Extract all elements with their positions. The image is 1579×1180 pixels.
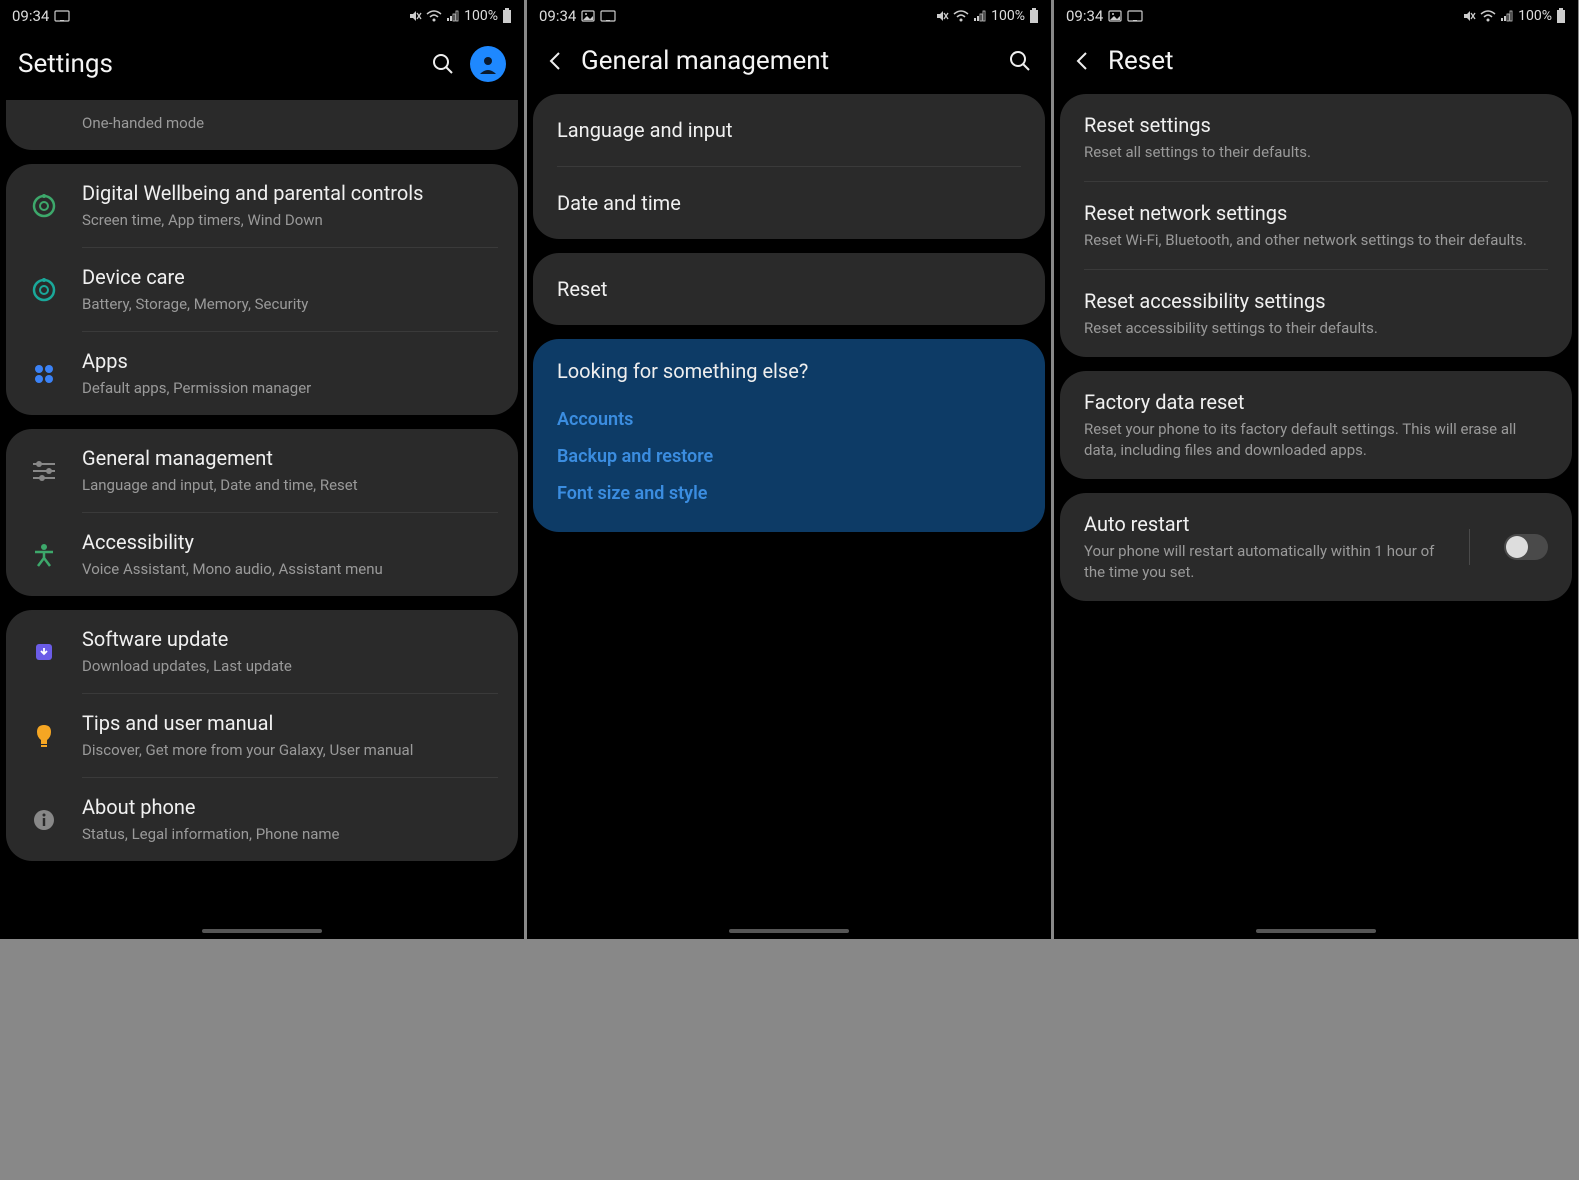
row-reset-network[interactable]: Reset network settings Reset Wi-Fi, Blue… xyxy=(1060,182,1572,269)
row-reset-settings[interactable]: Reset settings Reset all settings to the… xyxy=(1060,94,1572,181)
looking-for-panel: Looking for something else? Accounts Bac… xyxy=(533,339,1045,532)
signal-icon xyxy=(446,10,460,22)
settings-row-general[interactable]: General management Language and input, D… xyxy=(6,429,518,512)
mute-icon xyxy=(1462,9,1476,23)
auto-restart-toggle[interactable] xyxy=(1504,534,1548,560)
screen-reset: 09:34 100% Reset Reset settings Reset al… xyxy=(1054,0,1578,939)
battery-percent: 100% xyxy=(991,8,1025,24)
status-time: 09:34 xyxy=(539,7,576,25)
mute-icon xyxy=(935,9,949,23)
page-title: Settings xyxy=(18,49,416,79)
back-icon[interactable] xyxy=(545,50,567,72)
profile-avatar[interactable] xyxy=(470,46,506,82)
auto-restart-group: Auto restart Your phone will restart aut… xyxy=(1060,493,1572,601)
home-indicator[interactable] xyxy=(1256,929,1376,933)
row-reset[interactable]: Reset xyxy=(533,253,1045,325)
wifi-icon xyxy=(953,10,969,22)
reset-group: Factory data reset Reset your phone to i… xyxy=(1060,371,1572,479)
settings-row-about[interactable]: About phone Status, Legal information, P… xyxy=(6,778,518,861)
home-indicator[interactable] xyxy=(729,929,849,933)
lightbulb-icon xyxy=(26,718,62,754)
search-icon[interactable] xyxy=(1007,48,1033,74)
looking-title: Looking for something else? xyxy=(557,359,1021,383)
battery-icon xyxy=(502,8,512,24)
settings-group: Software update Download updates, Last u… xyxy=(6,610,518,861)
settings-row-tips[interactable]: Tips and user manual Discover, Get more … xyxy=(6,694,518,777)
status-time: 09:34 xyxy=(12,7,49,25)
screen-settings: 09:34 100% Settings One-handed mode xyxy=(0,0,524,939)
reset-group: Reset settings Reset all settings to the… xyxy=(1060,94,1572,357)
row-auto-restart[interactable]: Auto restart Your phone will restart aut… xyxy=(1060,493,1572,601)
row-date-time[interactable]: Date and time xyxy=(533,167,1045,239)
settings-row-partial[interactable]: One-handed mode xyxy=(6,100,518,150)
battery-icon xyxy=(1029,8,1039,24)
search-icon[interactable] xyxy=(430,51,456,77)
link-accounts[interactable]: Accounts xyxy=(557,401,1021,438)
page-title: Reset xyxy=(1108,46,1560,76)
settings-group: Reset xyxy=(533,253,1045,325)
settings-group: General management Language and input, D… xyxy=(6,429,518,596)
home-indicator[interactable] xyxy=(202,929,322,933)
link-font-size-style[interactable]: Font size and style xyxy=(557,475,1021,512)
battery-percent: 100% xyxy=(1518,8,1552,24)
cast-icon xyxy=(600,10,616,22)
wifi-icon xyxy=(1480,10,1496,22)
battery-icon xyxy=(1556,8,1566,24)
screen-general-management: 09:34 100% General management Language a… xyxy=(527,0,1051,939)
mute-icon xyxy=(408,9,422,23)
battery-percent: 100% xyxy=(464,8,498,24)
back-icon[interactable] xyxy=(1072,50,1094,72)
status-bar: 09:34 100% xyxy=(1054,0,1578,32)
devicecare-icon xyxy=(26,272,62,308)
link-backup-restore[interactable]: Backup and restore xyxy=(557,438,1021,475)
cast-icon xyxy=(54,10,70,22)
settings-row-accessibility[interactable]: Accessibility Voice Assistant, Mono audi… xyxy=(6,513,518,596)
settings-row-apps[interactable]: Apps Default apps, Permission manager xyxy=(6,332,518,415)
software-update-icon xyxy=(26,634,62,670)
settings-row-devicecare[interactable]: Device care Battery, Storage, Memory, Se… xyxy=(6,248,518,331)
sliders-icon xyxy=(26,453,62,489)
wellbeing-icon xyxy=(26,188,62,224)
accessibility-icon xyxy=(26,537,62,573)
info-icon xyxy=(26,802,62,838)
status-time: 09:34 xyxy=(1066,7,1103,25)
toggle-separator xyxy=(1469,529,1470,565)
row-factory-reset[interactable]: Factory data reset Reset your phone to i… xyxy=(1060,371,1572,479)
row-reset-accessibility[interactable]: Reset accessibility settings Reset acces… xyxy=(1060,270,1572,357)
header: General management xyxy=(527,32,1051,94)
settings-group: Language and input Date and time xyxy=(533,94,1045,239)
row-language-input[interactable]: Language and input xyxy=(533,94,1045,166)
settings-group: Digital Wellbeing and parental controls … xyxy=(6,164,518,415)
signal-icon xyxy=(973,10,987,22)
page-title: General management xyxy=(581,46,993,76)
gallery-icon xyxy=(581,10,595,22)
settings-row-software[interactable]: Software update Download updates, Last u… xyxy=(6,610,518,693)
header: Settings xyxy=(0,32,524,100)
status-bar: 09:34 100% xyxy=(0,0,524,32)
wifi-icon xyxy=(426,10,442,22)
signal-icon xyxy=(1500,10,1514,22)
status-bar: 09:34 100% xyxy=(527,0,1051,32)
apps-icon xyxy=(26,356,62,392)
gallery-icon xyxy=(1108,10,1122,22)
header: Reset xyxy=(1054,32,1578,94)
settings-row-wellbeing[interactable]: Digital Wellbeing and parental controls … xyxy=(6,164,518,247)
cast-icon xyxy=(1127,10,1143,22)
